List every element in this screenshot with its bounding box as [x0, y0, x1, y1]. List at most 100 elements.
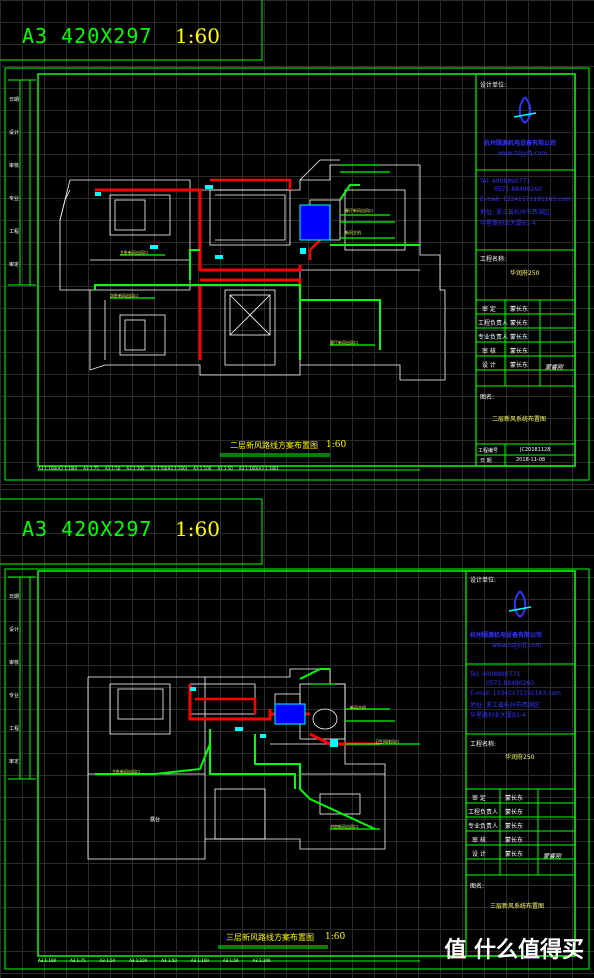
role-label: 审 核 [472, 837, 486, 844]
plan-scale: 1:60 [326, 440, 347, 450]
fresh-air-unit-1 [299, 204, 331, 241]
scale-footer: A3 1:100(A3 1:100) A3 1:75 A3 1:50 A3 1:… [38, 466, 278, 471]
plan-annotation: 餐厅新风出风口 [345, 208, 373, 213]
side-labels: 日期 设计 审核 专业 工程 审定 [9, 84, 19, 282]
plan-title-underline [220, 453, 330, 457]
plan-title: 三层新风路线方案布置图 [226, 933, 314, 942]
footer-scale-item: A3 1:100 [252, 958, 271, 963]
footer-scale-item: A3 1:100 [190, 958, 209, 963]
side-label: 审核 [9, 163, 20, 169]
drawing-label: 图名: [470, 883, 485, 890]
role-name: 蒙长东 [510, 306, 529, 313]
company-contact: 0571-88480260 [486, 680, 534, 687]
side-label: 日期 [9, 594, 20, 600]
company-contact: E-mail: 13341171191163.com [480, 196, 571, 203]
role-name: 蒙长东 [505, 809, 524, 816]
date-value: 2018-11-08 [516, 457, 546, 463]
footer-scale-item: A3 1:100 [193, 466, 212, 471]
side-label: 审核 [9, 660, 20, 666]
company-url: www.hzjyrfj.com [492, 642, 542, 649]
company-url: www.hzjyrfj.com [498, 150, 548, 157]
company-contact: Tel: 4008890771 [480, 178, 531, 185]
paper-size-label: A3 420X297 [22, 517, 153, 541]
floor-plan-walls-2 [87, 668, 386, 860]
footer-scale-item: A3 1:100 [38, 958, 57, 963]
role-label: 工程负责人 [478, 320, 509, 327]
return-ducts-2 [95, 668, 376, 830]
drawing-name: 二层新风系统布置图 [492, 416, 547, 423]
side-label: 工程 [9, 229, 20, 235]
plan-title-underline [218, 945, 328, 949]
side-label: 设计 [9, 130, 20, 136]
role-name: 蒙长东 [510, 348, 529, 355]
company-name: 杭州颐源机电设备有限公司 [484, 140, 557, 147]
company-contact: 华星路创业大厦B1-4 [470, 712, 526, 719]
footer-scale-item: A3 1:75 [70, 958, 86, 963]
role-label: 设 计 [482, 362, 496, 369]
plan-title: 二层新风路线方案布置图 [230, 441, 318, 450]
side-label: 专业 [9, 196, 20, 202]
sheet-scale: 1:60 [175, 517, 220, 541]
supply-ducts-1 [95, 178, 321, 360]
plan-annotation: 书房新风出风口 [330, 824, 358, 829]
role-name: 蒙长东 [505, 823, 524, 830]
side-label: 审定 [9, 759, 20, 765]
drawing-sheet-2: A3 420X297 1:60 日期 设计 审核 专业 工程 审定 设计单位: … [0, 489, 594, 978]
footer-scale-item: A3 1:100 [126, 466, 145, 471]
side-label: 工程 [9, 726, 20, 732]
plan-annotation: 卫生间排风口 [375, 739, 399, 744]
drawing-sheet-1: A3 420X297 1:60 日期 设计 审核 专业 工程 审定 设计单位: … [0, 0, 594, 489]
role-name: 蒙长东 [510, 334, 529, 341]
role-label: 审 核 [482, 348, 496, 355]
company-contact: 地址: 浙江省杭州市西湖区 [480, 209, 550, 216]
leaders-2 [95, 683, 420, 830]
side-label: 日期 [9, 97, 20, 103]
footer-scale-item: A3 1:50 [104, 466, 121, 471]
side-label: 审定 [9, 262, 20, 268]
role-name: 蒙长东 [505, 837, 524, 844]
project-name: 华润府250 [510, 270, 540, 277]
plan-annotation: 新风主机 [350, 705, 366, 710]
role-label: 审 定 [482, 306, 496, 313]
room-label: 露台 [150, 817, 161, 823]
company-contact: E-mail: 13341171191163.com [470, 690, 561, 697]
scale-footer: A3 1:100 A3 1:75 A3 1:50 A3 1:100 A3 1:5… [38, 958, 271, 963]
sheet-scale: 1:60 [175, 24, 220, 48]
footer-scale-item: A3 1:50 [217, 466, 233, 471]
project-name: 华润府250 [505, 754, 535, 761]
paper-size-label: A3 420X297 [22, 24, 153, 48]
project-label: 工程名称: [480, 256, 507, 263]
company-label: 设计单位: [480, 82, 507, 89]
company-logo-icon [513, 96, 537, 124]
plan-annotation: 主卧新风出风口 [112, 769, 140, 774]
footer-scale-item: A3 1:50 [222, 958, 239, 963]
signature: 蒙睿刚 [545, 364, 564, 371]
company-contact: 0571-88480260 [494, 186, 542, 193]
project-no: JC20181128 [520, 447, 551, 453]
role-label: 工程负责人 [468, 809, 499, 816]
side-labels: 日期 设计 审核 专业 工程 审定 [9, 581, 19, 779]
project-label: 工程名称: [470, 741, 497, 748]
plan-scale: 1:60 [325, 932, 346, 942]
footer-scale-item: A3 1:100(A3 1:100) [38, 466, 78, 471]
date-label: 日 期 [480, 458, 492, 464]
company-logo-icon [508, 590, 532, 618]
footer-scale-item: A3 1:100(A3 1:100) [238, 466, 279, 471]
plan-annotation: 新风主机 [345, 230, 361, 235]
project-no-label: 工程编号 [478, 448, 499, 454]
plan-annotation: 次卧新风出风口 [110, 293, 138, 298]
drawing-label: 图名: [480, 394, 495, 401]
footer-scale-item: A3 1:50 [99, 958, 116, 963]
role-name: 蒙长东 [510, 362, 529, 369]
signature: 蒙睿刚 [543, 853, 562, 860]
footer-scale-item: A3 1:50(A3 1:200) [150, 466, 188, 471]
role-name: 蒙长东 [510, 320, 529, 327]
footer-scale-item: A3 1:75 [83, 466, 99, 471]
role-label: 设 计 [472, 851, 486, 858]
leaders-1 [110, 164, 400, 346]
role-name: 蒙长东 [505, 795, 524, 802]
role-label: 审 定 [472, 795, 486, 802]
plan-annotation: 主卧新风出风口 [120, 250, 148, 255]
fresh-air-unit-2 [274, 703, 306, 725]
company-contact: Tel: 4008890771 [470, 671, 521, 678]
